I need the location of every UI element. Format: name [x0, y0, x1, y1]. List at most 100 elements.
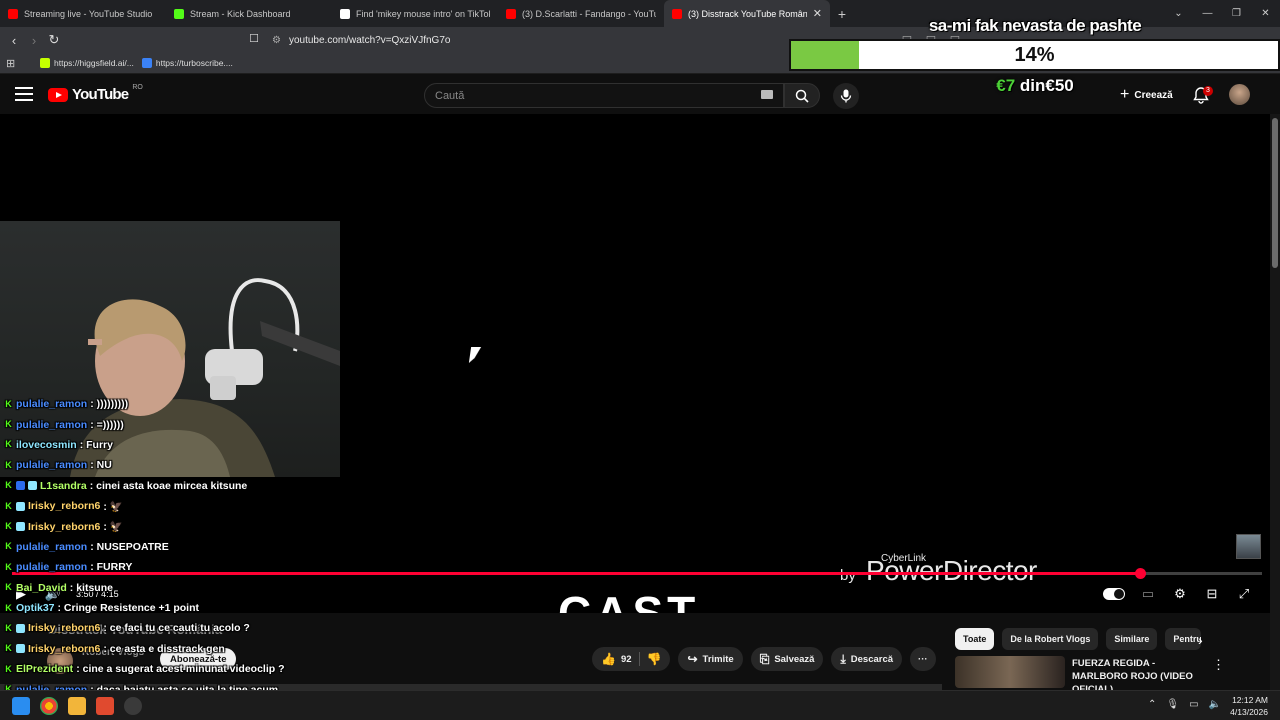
chat-username[interactable]: ilovecosmin — [16, 439, 77, 451]
voice-search-button[interactable] — [833, 83, 859, 109]
donation-amount: €7 din€50 — [996, 76, 1074, 95]
reload-icon[interactable]: ↻ — [44, 32, 64, 48]
screen: Streaming live - YouTube Studio Stream - … — [0, 0, 1280, 720]
chevron-right-icon[interactable]: › — [1198, 632, 1203, 648]
chat-badge-icon — [16, 481, 25, 491]
account-avatar[interactable] — [1229, 84, 1250, 105]
theater-mode-icon[interactable]: ⊟ — [1203, 585, 1221, 603]
browser-tab[interactable]: Find 'mikey mouse intro' on TikTok | — [332, 0, 498, 27]
site-info-icon[interactable]: ⚙ — [272, 35, 281, 46]
recommended-video-thumbnail[interactable] — [955, 656, 1065, 688]
tab-title: Find 'mikey mouse intro' on TikTok | — [356, 8, 490, 19]
chat-username[interactable]: Irisky_reborn6 — [28, 622, 100, 634]
settings-gear-icon[interactable]: ⚙ — [1171, 585, 1189, 603]
apps-grid-icon[interactable]: ⊞ — [6, 57, 20, 70]
speaker-icon[interactable]: 🔈 — [1209, 699, 1221, 710]
chat-username[interactable]: pulalie_ramon — [16, 561, 87, 573]
more-actions-button[interactable]: ··· — [910, 647, 936, 671]
kick-badge-icon: K — [5, 480, 12, 491]
thumbs-down-icon[interactable]: 👎 — [647, 652, 662, 666]
chat-message: K Irisky_reborn6: ce asta e disstrack gen — [4, 639, 484, 659]
thumbs-up-icon[interactable]: 👍 — [601, 652, 616, 666]
autoplay-toggle[interactable] — [1103, 588, 1125, 600]
chat-message: K Irisky_reborn6: 🦅 — [4, 496, 484, 516]
chat-text: : FURRY — [90, 561, 133, 574]
brave-icon[interactable] — [96, 697, 114, 715]
windows-start-icon[interactable] — [12, 697, 30, 715]
save-button[interactable]: ⎘ Salvează — [750, 647, 824, 671]
menu-icon[interactable] — [15, 87, 33, 101]
share-button[interactable]: ↪ Trimite — [678, 647, 743, 671]
microphone-icon — [840, 89, 852, 103]
chat-message: K Irisky_reborn6: 🦅 — [4, 516, 484, 536]
search-input[interactable]: Caută — [424, 83, 784, 108]
search-button[interactable] — [784, 83, 820, 108]
chat-text: : ce faci tu ce cauti tu acolo ? — [103, 622, 250, 635]
microphone-tray-icon[interactable]: 🎙 — [1166, 699, 1179, 710]
chat-username[interactable]: Bai_David — [16, 582, 67, 594]
minimize-button[interactable]: — — [1193, 0, 1222, 27]
bookmark-favicon-icon — [141, 58, 152, 68]
taskbar-clock[interactable]: 12:12 AM 4/13/2026 — [1222, 694, 1268, 718]
chat-username[interactable]: pulalie_ramon — [16, 398, 87, 410]
chat-username[interactable]: Optik37 — [16, 602, 55, 614]
bookmark-item[interactable]: https://turboscribe.... — [141, 58, 233, 68]
chat-username[interactable]: ElPrezident — [16, 663, 73, 675]
download-button[interactable]: ⤓ Descarcă — [831, 647, 903, 671]
chat-message: K ElPrezident: cine a sugerat acest minun… — [4, 659, 484, 679]
chat-badge-icon — [16, 623, 25, 633]
chat-username[interactable]: Irisky_reborn6 — [28, 500, 100, 512]
maximize-button[interactable]: ❐ — [1222, 0, 1251, 27]
chrome-icon[interactable] — [40, 697, 58, 715]
chat-username[interactable]: Irisky_reborn6 — [28, 521, 100, 533]
chat-message: Kpulalie_ramon: ))))))))) — [4, 394, 484, 414]
chat-message: Kpulalie_ramon: NUSEPOATRE — [4, 537, 484, 557]
chip-similar[interactable]: Similare — [1106, 628, 1158, 650]
video-progress-scrubber[interactable] — [1134, 568, 1146, 579]
file-explorer-icon[interactable] — [68, 697, 86, 715]
url-text[interactable]: youtube.com/watch?v=QxziVJfnG7o — [289, 35, 450, 46]
chip-all[interactable]: Toate — [955, 628, 995, 650]
bookmark-item[interactable]: https://higgsfield.ai/... — [40, 58, 134, 68]
browser-tab[interactable]: Stream - Kick Dashboard — [166, 0, 332, 27]
chat-username[interactable]: pulalie_ramon — [16, 459, 87, 471]
bookmark-star-icon[interactable]: ☐ — [244, 32, 264, 45]
network-icon[interactable]: ▭ — [1189, 699, 1198, 710]
chip-from-channel[interactable]: De la Robert Vlogs — [1002, 628, 1099, 650]
back-icon[interactable]: ‹ — [4, 33, 24, 48]
chip-for-you[interactable]: Pentru — [1165, 628, 1202, 650]
new-tab-button[interactable]: + — [830, 0, 854, 27]
chevron-up-icon[interactable]: ⌃ — [1148, 699, 1156, 710]
fullscreen-icon[interactable]: ⤢ — [1235, 585, 1253, 603]
channel-watermark-thumbnail[interactable] — [1236, 534, 1261, 559]
chat-username[interactable]: pulalie_ramon — [16, 419, 87, 431]
bookmark-icon: ⎘ — [759, 651, 770, 666]
kick-badge-icon: K — [5, 398, 12, 409]
browser-tab[interactable]: (3) D.Scarlatti - Fandango - YouTube — [498, 0, 664, 27]
like-dislike-button[interactable]: 👍 92 👎 — [592, 647, 671, 671]
browser-tab[interactable]: Streaming live - YouTube Studio — [0, 0, 166, 27]
kick-badge-icon: K — [5, 643, 12, 654]
kick-badge-icon: K — [5, 521, 12, 532]
browser-tab[interactable]: (3) Disstrack YouTube România ✕ — [664, 0, 830, 27]
kick-badge-icon: K — [5, 459, 12, 470]
tab-title: (3) D.Scarlatti - Fandango - YouTube — [522, 8, 656, 19]
chat-message: Kpulalie_ramon: FURRY — [4, 557, 484, 577]
keyboard-icon[interactable] — [761, 90, 773, 99]
close-tab-icon[interactable]: ✕ — [813, 7, 822, 20]
chat-message: K L1sandra: cinei asta koae mircea kitsun… — [4, 476, 484, 496]
tab-favicon-icon — [8, 8, 18, 19]
chat-text: : ce asta e disstrack gen — [103, 642, 225, 655]
youtube-logo[interactable]: YouTube RO — [48, 84, 143, 103]
close-window-button[interactable]: ✕ — [1251, 0, 1280, 27]
omnibox[interactable]: ⚙ youtube.com/watch?v=QxziVJfnG7o — [272, 29, 812, 51]
chat-username[interactable]: L1sandra — [40, 480, 87, 492]
subtitles-icon[interactable]: ▭ — [1139, 585, 1157, 603]
chat-username[interactable]: pulalie_ramon — [16, 541, 87, 553]
app-icon[interactable] — [124, 697, 142, 715]
forward-icon[interactable]: › — [24, 33, 44, 48]
page-scrollbar-thumb[interactable] — [1272, 118, 1278, 268]
more-vert-icon[interactable]: ⋮ — [1212, 657, 1225, 673]
create-button[interactable]: + Creează — [1110, 83, 1183, 107]
chat-username[interactable]: Irisky_reborn6 — [28, 643, 100, 655]
